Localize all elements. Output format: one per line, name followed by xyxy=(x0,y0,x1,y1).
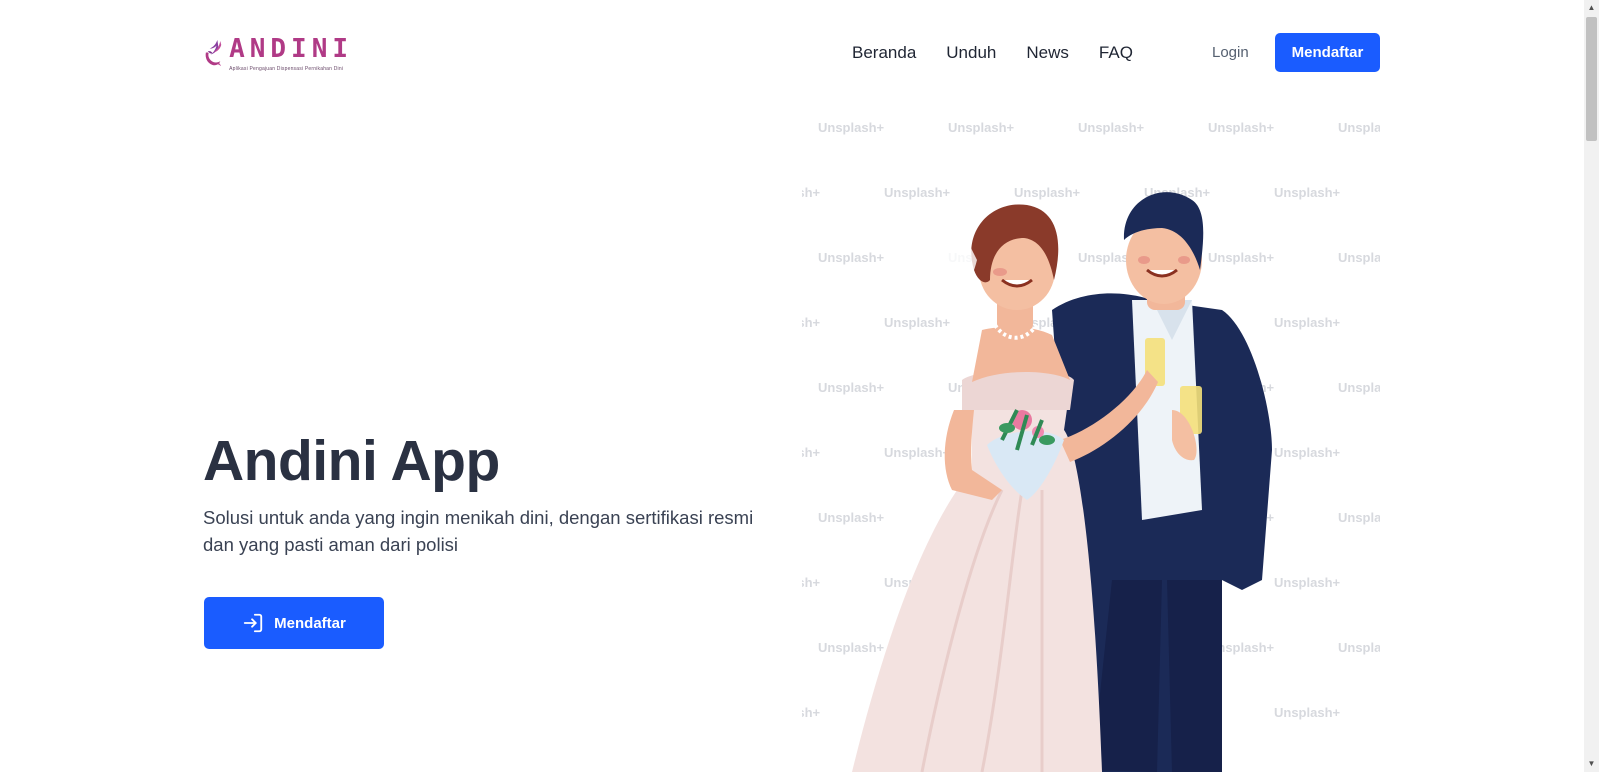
wedding-couple-illustration: Unsplash+ Unsplash+ Unsplash+ Unsplash+ Unsp… xyxy=(802,110,1380,772)
scroll-thumb[interactable] xyxy=(1586,17,1597,141)
main-nav: Beranda Unduh News FAQ xyxy=(852,41,1163,65)
login-link[interactable]: Login xyxy=(1212,43,1249,63)
signup-button-hero-label: Mendaftar xyxy=(274,614,346,632)
couple-drawing xyxy=(852,192,1272,772)
brand-logo[interactable]: ANDINI Aplikasi Pengajuan Dispensasi Per… xyxy=(203,22,353,84)
dove-logo-icon xyxy=(205,40,222,66)
nav-item-faq[interactable]: FAQ xyxy=(1099,41,1133,65)
signup-button-header[interactable]: Mendaftar xyxy=(1275,33,1380,72)
signup-button-hero[interactable]: Mendaftar xyxy=(204,597,384,649)
login-icon xyxy=(243,613,263,633)
scroll-down-icon[interactable]: ▼ xyxy=(1584,756,1599,772)
hero-description: Solusi untuk anda yang ingin menikah din… xyxy=(203,507,754,555)
hero-title: Andini App xyxy=(203,429,500,493)
nav-item-news[interactable]: News xyxy=(1026,41,1069,65)
nav-item-beranda[interactable]: Beranda xyxy=(852,41,916,65)
page-scrollbar[interactable]: ▲ ▼ xyxy=(1584,0,1599,772)
scroll-up-icon[interactable]: ▲ xyxy=(1584,0,1599,16)
brand-tagline: Aplikasi Pengajuan Dispensasi Pernikahan… xyxy=(229,65,344,72)
brand-name: ANDINI xyxy=(229,33,353,64)
site-header: ANDINI Aplikasi Pengajuan Dispensasi Per… xyxy=(0,0,1584,105)
nav-item-unduh[interactable]: Unduh xyxy=(946,41,996,65)
